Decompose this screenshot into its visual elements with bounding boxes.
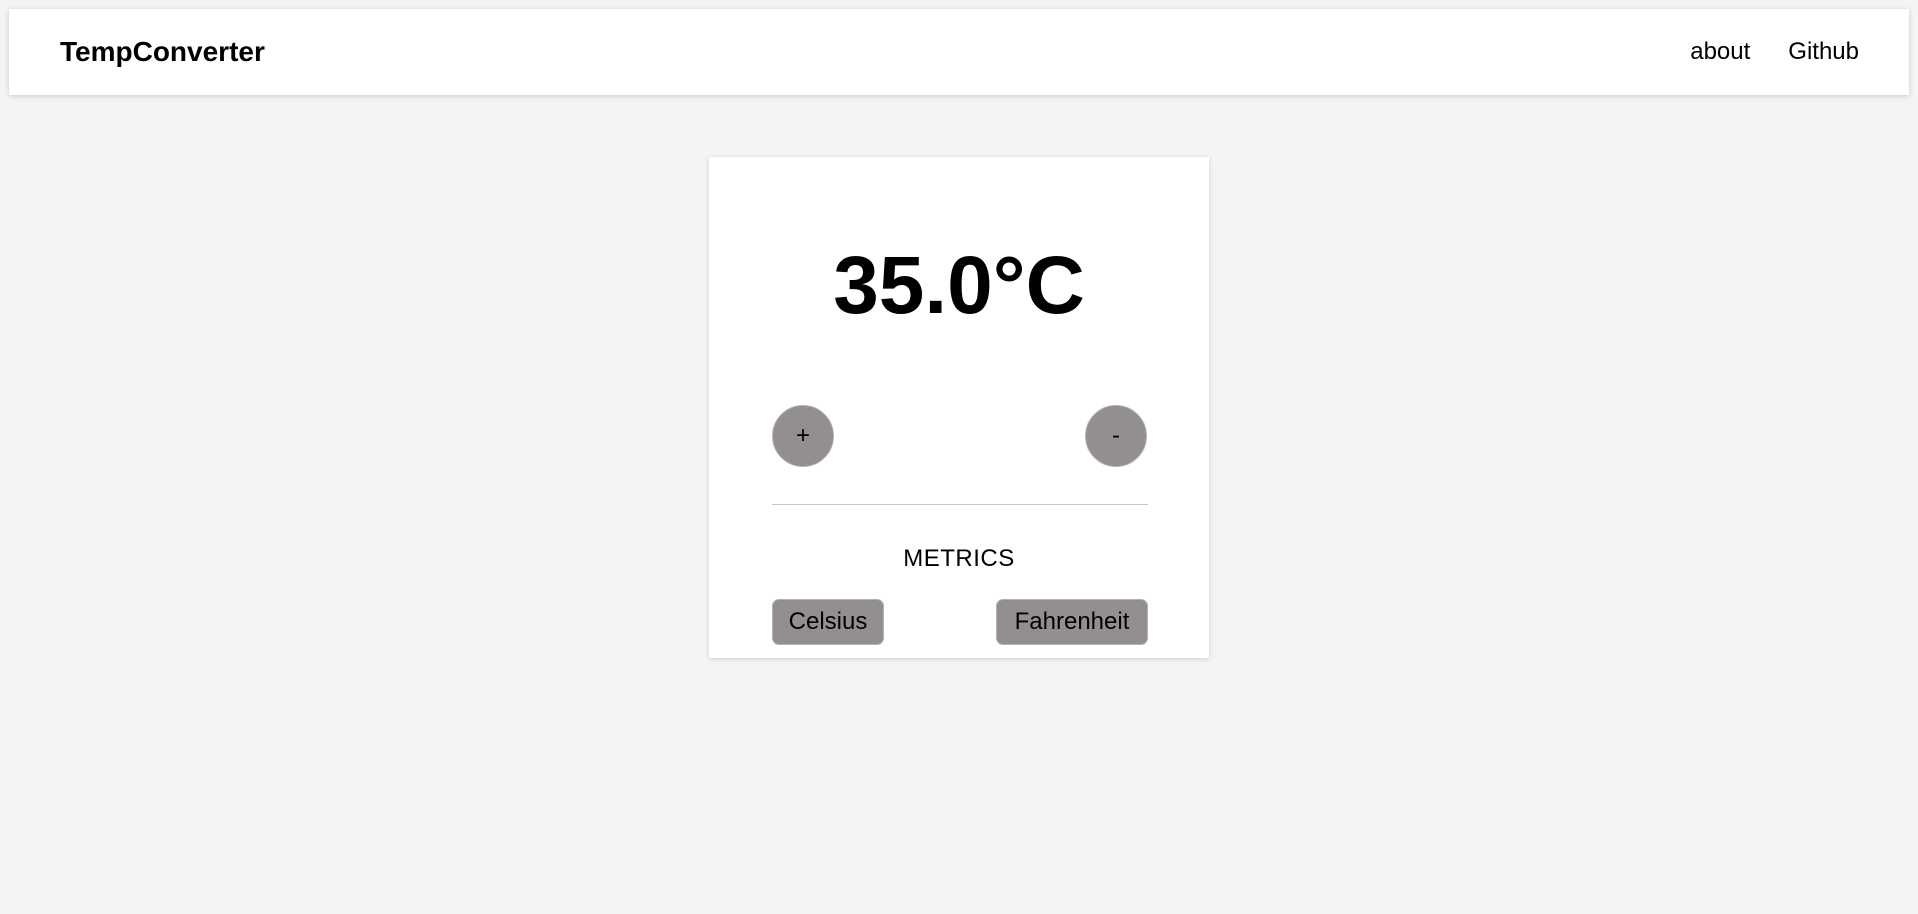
metrics-heading: METRICS (903, 545, 1015, 572)
fahrenheit-button[interactable]: Fahrenheit (996, 599, 1148, 645)
temperature-display: 35.0°C (833, 240, 1085, 331)
increment-button[interactable]: + (772, 405, 834, 467)
nav-links: about Github (1690, 38, 1859, 66)
decrement-button[interactable]: - (1085, 405, 1147, 467)
celsius-button[interactable]: Celsius (772, 599, 884, 645)
converter-card: 35.0°C + - METRICS Celsius Fahrenheit (709, 157, 1209, 658)
nav-link-about[interactable]: about (1690, 38, 1750, 66)
brand-title[interactable]: TempConverter (60, 36, 265, 68)
navbar: TempConverter about Github (9, 9, 1909, 95)
divider (772, 504, 1148, 505)
nav-link-github[interactable]: Github (1788, 38, 1859, 66)
